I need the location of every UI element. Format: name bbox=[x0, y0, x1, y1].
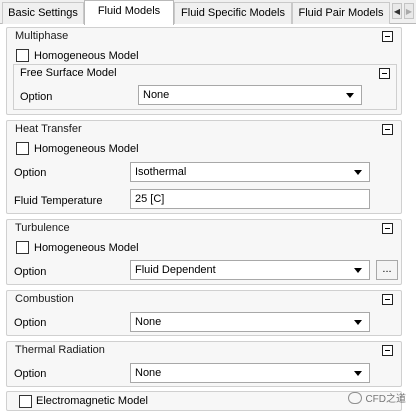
electromagnetic-label: Electromagnetic Model bbox=[36, 395, 148, 407]
free-surface-option-label: Option bbox=[20, 91, 53, 103]
chevron-left-icon[interactable]: ◀ bbox=[392, 3, 402, 19]
turbulence-group: Turbulence Homogeneous Model Option Flui… bbox=[6, 219, 402, 285]
electromagnetic-checkbox[interactable] bbox=[19, 395, 32, 408]
collapse-icon[interactable] bbox=[382, 31, 393, 42]
tab-basic-settings[interactable]: Basic Settings bbox=[2, 2, 84, 24]
combustion-option-value: None bbox=[135, 316, 162, 328]
heat-transfer-homogeneous-row: Homogeneous Model bbox=[7, 139, 401, 161]
fluid-temperature-input[interactable]: 25 [C] bbox=[130, 189, 370, 209]
multiphase-homogeneous-checkbox[interactable] bbox=[16, 49, 29, 62]
fluid-temperature-label: Fluid Temperature bbox=[14, 195, 103, 207]
free-surface-option-select[interactable]: None bbox=[138, 85, 362, 105]
turbulence-homogeneous-checkbox[interactable] bbox=[16, 241, 29, 254]
collapse-icon[interactable] bbox=[382, 223, 393, 234]
tab-fluid-specific-models[interactable]: Fluid Specific Models bbox=[174, 2, 292, 24]
turbulence-more-button[interactable]: ... bbox=[376, 260, 398, 280]
heat-transfer-homogeneous-checkbox[interactable] bbox=[16, 142, 29, 155]
free-surface-title: Free Surface Model bbox=[20, 67, 117, 79]
chevron-right-icon[interactable]: ▶ bbox=[404, 3, 414, 19]
heat-transfer-option-select[interactable]: Isothermal bbox=[130, 162, 370, 182]
combustion-group: Combustion Option None bbox=[6, 290, 402, 336]
free-surface-group: Free Surface Model Option None bbox=[13, 64, 397, 110]
combustion-title: Combustion bbox=[15, 293, 74, 305]
electromagnetic-group: Electromagnetic Model bbox=[6, 391, 402, 411]
tab-scroll-arrows: ◀ ▶ bbox=[392, 3, 414, 19]
thermal-radiation-option-value: None bbox=[135, 367, 162, 379]
chevron-down-icon bbox=[354, 371, 362, 376]
multiphase-title: Multiphase bbox=[15, 30, 69, 42]
multiphase-group: Multiphase Homogeneous Model Free Surfac… bbox=[6, 27, 402, 115]
collapse-icon[interactable] bbox=[382, 124, 393, 135]
collapse-icon[interactable] bbox=[382, 294, 393, 305]
collapse-icon[interactable] bbox=[382, 345, 393, 356]
thermal-radiation-group: Thermal Radiation Option None bbox=[6, 341, 402, 387]
fluid-temperature-value: 25 [C] bbox=[135, 193, 165, 205]
tab-fluid-pair-models[interactable]: Fluid Pair Models bbox=[292, 2, 390, 24]
heat-transfer-group: Heat Transfer Homogeneous Model Option I… bbox=[6, 120, 402, 214]
thermal-radiation-option-label: Option bbox=[14, 368, 47, 380]
thermal-radiation-option-select[interactable]: None bbox=[130, 363, 370, 383]
heat-transfer-title: Heat Transfer bbox=[15, 123, 82, 135]
turbulence-option-label: Option bbox=[14, 266, 47, 278]
tab-bar: Basic Settings Fluid Models Fluid Specif… bbox=[0, 0, 416, 25]
turbulence-option-select[interactable]: Fluid Dependent bbox=[130, 260, 370, 280]
tab-fluid-models[interactable]: Fluid Models bbox=[84, 0, 174, 25]
turbulence-homogeneous-row: Homogeneous Model bbox=[7, 238, 401, 260]
chat-icon bbox=[348, 391, 363, 404]
heat-transfer-option-value: Isothermal bbox=[135, 166, 187, 178]
chevron-down-icon bbox=[346, 93, 354, 98]
chevron-down-icon bbox=[354, 170, 362, 175]
chevron-down-icon bbox=[354, 320, 362, 325]
free-surface-option-value: None bbox=[143, 89, 170, 101]
watermark: CFD之道 bbox=[348, 390, 406, 405]
turbulence-option-value: Fluid Dependent bbox=[135, 264, 216, 276]
collapse-icon[interactable] bbox=[379, 68, 390, 79]
combustion-option-select[interactable]: None bbox=[130, 312, 370, 332]
heat-transfer-option-label: Option bbox=[14, 167, 47, 179]
multiphase-homogeneous-label: Homogeneous Model bbox=[34, 50, 139, 62]
thermal-radiation-title: Thermal Radiation bbox=[15, 344, 105, 356]
turbulence-homogeneous-label: Homogeneous Model bbox=[34, 242, 139, 254]
chevron-down-icon bbox=[354, 268, 362, 273]
combustion-option-label: Option bbox=[14, 317, 47, 329]
watermark-text: CFD之道 bbox=[365, 394, 406, 405]
turbulence-title: Turbulence bbox=[15, 222, 70, 234]
heat-transfer-homogeneous-label: Homogeneous Model bbox=[34, 143, 139, 155]
